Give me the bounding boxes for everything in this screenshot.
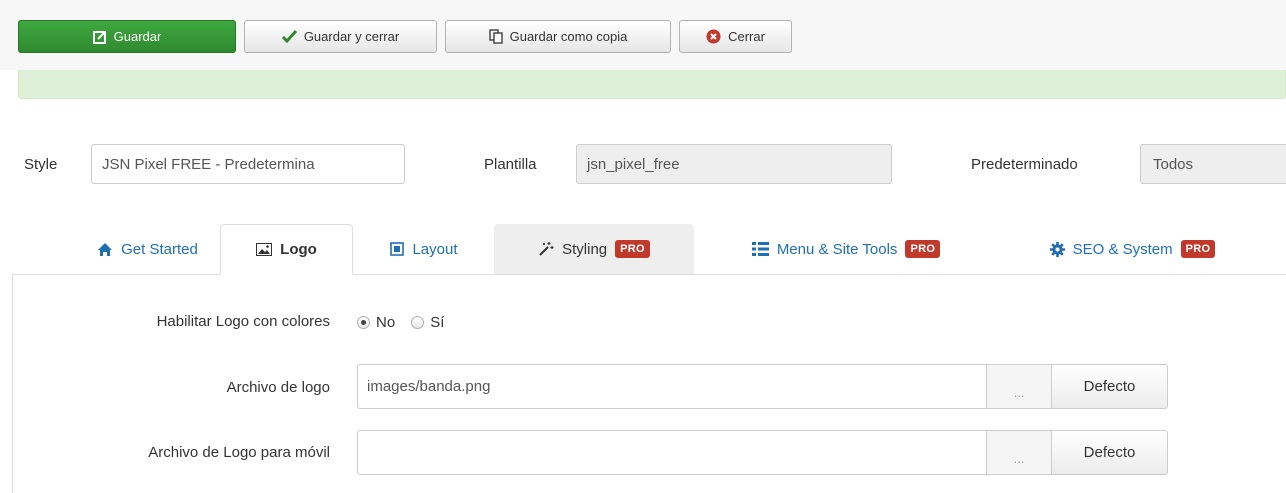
tab-label: Styling [562, 240, 608, 258]
tab-menu-site-tools[interactable]: Menu & Site Tools PRO [710, 224, 982, 274]
magic-wand-icon [538, 241, 554, 257]
save-and-close-button[interactable]: Guardar y cerrar [244, 20, 437, 53]
browse-logo-button[interactable]: ... [986, 364, 1052, 409]
tab-logo[interactable]: Logo [220, 224, 353, 275]
browse-mobile-logo-button[interactable]: ... [986, 430, 1052, 475]
save-and-close-label: Guardar y cerrar [303, 29, 400, 44]
radio-no[interactable] [357, 315, 370, 329]
tab-label: Logo [280, 241, 317, 258]
default-select[interactable]: Todos [1140, 144, 1286, 184]
tab-label: Get Started [121, 240, 198, 258]
save-button[interactable]: Guardar [18, 20, 236, 53]
default-mobile-logo-button[interactable]: Defecto [1051, 430, 1168, 475]
close-button-label: Cerrar [728, 29, 765, 44]
default-logo-button[interactable]: Defecto [1051, 364, 1168, 409]
tab-label: Layout [412, 240, 458, 258]
close-button[interactable]: Cerrar [679, 20, 792, 53]
template-field: jsn_pixel_free [576, 144, 892, 184]
logo-file-input[interactable]: images/banda.png [357, 364, 987, 409]
radio-no-label: No [376, 313, 396, 331]
save-button-label: Guardar [113, 29, 162, 44]
style-label: Style [24, 156, 58, 173]
tab-label: Menu & Site Tools [776, 240, 898, 258]
save-as-copy-button[interactable]: Guardar como copia [445, 20, 671, 53]
radio-yes[interactable] [411, 315, 425, 329]
edit-icon [92, 30, 107, 44]
toolbar: Guardar Guardar y cerrar Guardar como co… [0, 0, 1286, 70]
save-as-copy-label: Guardar como copia [509, 29, 628, 44]
home-icon [97, 242, 113, 257]
color-logo-radio-group: No Sí [357, 312, 444, 332]
checkmark-icon [281, 30, 297, 43]
logo-file-label: Archivo de logo [226, 379, 330, 396]
tab-seo-system[interactable]: SEO & System PRO [1010, 224, 1255, 274]
layout-icon [390, 242, 405, 256]
list-icon [751, 242, 769, 256]
mobile-logo-file-input[interactable] [357, 430, 987, 475]
color-logo-label: Habilitar Logo con colores [156, 313, 330, 330]
style-title-input[interactable]: JSN Pixel FREE - Predetermina [91, 144, 405, 184]
pro-badge: PRO [1180, 240, 1216, 258]
tab-layout[interactable]: Layout [360, 224, 488, 274]
message-bar [18, 70, 1286, 99]
pro-badge: PRO [905, 240, 941, 258]
copy-icon [488, 29, 503, 44]
mobile-logo-label: Archivo de Logo para móvil [148, 444, 330, 461]
image-icon [256, 243, 273, 256]
pro-badge: PRO [615, 240, 650, 258]
tab-get-started[interactable]: Get Started [80, 224, 215, 274]
template-label: Plantilla [484, 156, 537, 173]
default-label: Predeterminado [971, 156, 1078, 173]
cancel-circle-icon [706, 29, 721, 44]
tab-styling[interactable]: Styling PRO [494, 224, 694, 274]
gear-icon [1049, 241, 1065, 257]
tab-label: SEO & System [1072, 240, 1173, 258]
radio-yes-label: Sí [430, 313, 445, 331]
